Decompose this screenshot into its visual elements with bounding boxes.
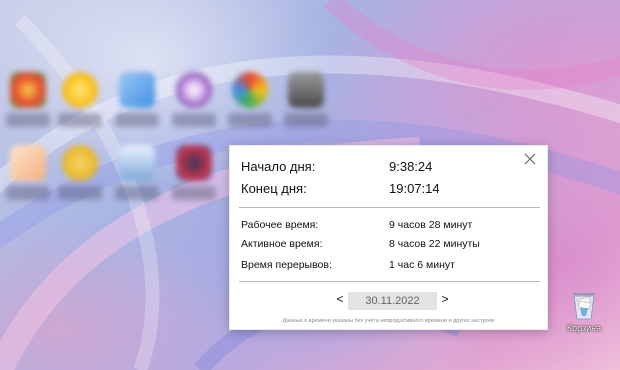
divider-top [239,207,540,208]
app-icon [176,145,212,181]
next-date-button[interactable]: > [438,292,452,306]
day-end-label: Конец дня: [241,181,307,196]
recycle-bin-icon [569,288,599,320]
app-icon [10,145,46,181]
desktop-icon-1[interactable] [0,72,56,134]
close-button[interactable] [521,150,539,168]
day-start-label: Начало дня: [241,159,316,174]
break-time-label: Время перерывов: [241,259,332,271]
desktop-icon-7[interactable] [0,145,56,207]
day-start-value: 9:38:24 [389,159,433,174]
footnote: Данные о времени указаны без учёта непро… [282,318,495,324]
desktop-icon-3[interactable] [109,72,165,134]
break-time-value: 1 час 6 минут [389,259,455,271]
desktop-icon-6[interactable] [278,72,334,134]
app-icon [10,72,46,108]
desktop-icon-9[interactable] [109,145,165,207]
day-end-value: 19:07:14 [389,181,440,196]
desktop-icon-8[interactable] [52,145,108,207]
recycle-bin[interactable]: Корзина [558,288,610,333]
app-icon [119,72,155,108]
desktop-icon-4[interactable] [166,72,222,134]
desktop-icon-5[interactable] [222,72,278,134]
date-display[interactable]: 30.11.2022 [348,292,437,310]
active-time-value: 8 часов 22 минуты [389,238,480,250]
desktop-icon-10[interactable] [166,145,222,207]
time-summary-panel: Начало дня: 9:38:24 Конец дня: 19:07:14 … [229,145,548,330]
app-icon [62,145,98,181]
work-time-value: 9 часов 28 минут [389,219,473,231]
divider-bottom [239,281,540,282]
prev-date-button[interactable]: < [333,292,347,306]
recycle-bin-label: Корзина [566,323,602,333]
work-time-label: Рабочее время: [241,219,319,231]
app-icon [232,72,268,108]
desktop-icon-2[interactable] [52,72,108,134]
date-navigator: < 30.11.2022 > [230,292,547,310]
app-icon [288,72,324,108]
app-icon [176,72,212,108]
app-icon [119,145,155,181]
app-icon [62,72,98,108]
active-time-label: Активное время: [241,238,323,250]
close-icon [524,153,536,165]
